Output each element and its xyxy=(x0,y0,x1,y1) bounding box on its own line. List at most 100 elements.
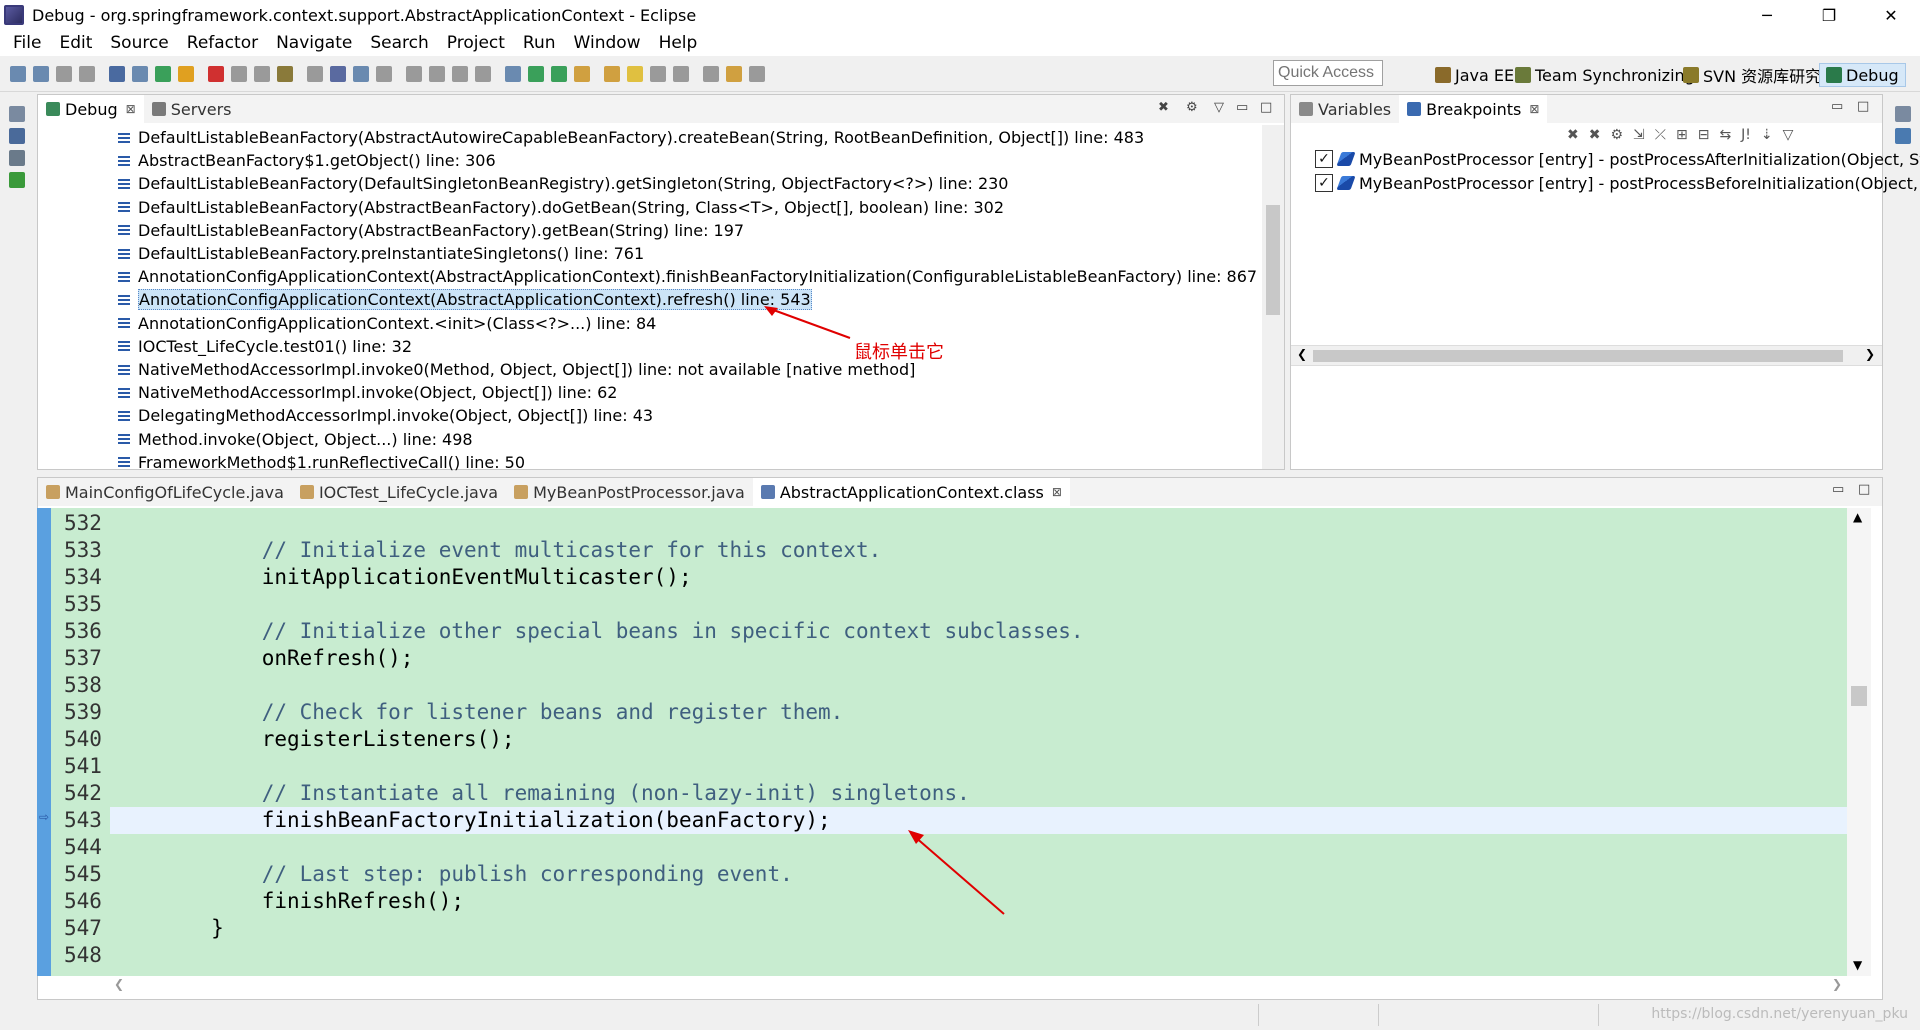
remove-terminated-icon[interactable]: ✖ xyxy=(1158,100,1169,115)
toolbar-action-28-icon[interactable] xyxy=(673,66,689,82)
view-menu-icon[interactable]: ⚙ xyxy=(1186,100,1198,115)
maximize-view-icon[interactable]: □ xyxy=(1857,99,1869,114)
stack-frame-item[interactable]: DefaultListableBeanFactory(AbstractBeanF… xyxy=(118,196,1004,219)
minimize-editor-icon[interactable]: ▭ xyxy=(1832,482,1844,497)
maximize-button[interactable]: ❐ xyxy=(1806,0,1852,30)
maximize-editor-icon[interactable]: □ xyxy=(1858,482,1870,497)
stack-frame-item[interactable]: IOCTest_LifeCycle.test01() line: 32 xyxy=(118,335,412,358)
stack-frame-item[interactable]: FrameworkMethod$1.runReflectiveCall() li… xyxy=(118,451,525,474)
toolbar-action-16-icon[interactable] xyxy=(376,66,392,82)
breakpoint-checkbox[interactable]: ✓ xyxy=(1315,174,1333,192)
toolbar-action-10-icon[interactable] xyxy=(231,66,247,82)
toolbar-action-22-icon[interactable] xyxy=(528,66,544,82)
link-with-debug-icon[interactable]: ⇆ xyxy=(1719,127,1731,147)
outline-view-icon[interactable] xyxy=(1895,128,1911,144)
tab-breakpoints[interactable]: Breakpoints ⊠ xyxy=(1399,95,1548,123)
minimize-view-icon[interactable]: ▭ xyxy=(1831,99,1843,114)
toolbar-action-13-icon[interactable] xyxy=(307,66,323,82)
toolbar-action-19-icon[interactable] xyxy=(452,66,468,82)
perspective-java-ee[interactable]: Java EE xyxy=(1435,63,1514,87)
breakpoint-detail-pane[interactable] xyxy=(1291,365,1882,469)
toolbar-action-30-icon[interactable] xyxy=(726,66,742,82)
breakpoint-item[interactable]: ✓ MyBeanPostProcessor [entry] - postProce… xyxy=(1315,171,1920,195)
toolbar-action-25-icon[interactable] xyxy=(604,66,620,82)
breakpoints-hscroll-thumb[interactable] xyxy=(1313,350,1843,362)
breakpoint-item[interactable]: ✓ MyBeanPostProcessor [entry] - postProce… xyxy=(1315,147,1920,171)
perspective-debug[interactable]: Debug xyxy=(1819,63,1906,87)
stack-frame-item[interactable]: DelegatingMethodAccessorImpl.invoke(Obje… xyxy=(118,404,653,427)
stack-frame-item[interactable]: DefaultListableBeanFactory(DefaultSingle… xyxy=(118,172,1008,195)
toolbar-action-23-icon[interactable] xyxy=(551,66,567,82)
toolbar-action-3-icon[interactable] xyxy=(56,66,72,82)
toolbar-action-4-icon[interactable] xyxy=(79,66,95,82)
close-tab-icon[interactable]: ⊠ xyxy=(126,102,136,116)
toolbar-action-20-icon[interactable] xyxy=(475,66,491,82)
tab-debug[interactable]: Debug ⊠ xyxy=(38,95,144,123)
toolbar-action-8-icon[interactable] xyxy=(178,66,194,82)
toolbar-action-18-icon[interactable] xyxy=(429,66,445,82)
toolbar-action-24-icon[interactable] xyxy=(574,66,590,82)
skip-breakpoints-icon[interactable]: ⤫ xyxy=(1655,127,1666,147)
menu-run[interactable]: Run xyxy=(514,33,565,53)
close-tab-icon[interactable]: ⊠ xyxy=(1529,102,1539,116)
expand-all-icon[interactable]: ⊞ xyxy=(1676,127,1688,147)
console-icon[interactable] xyxy=(9,128,25,144)
toolbar-action-15-icon[interactable] xyxy=(353,66,369,82)
maximize-view-icon[interactable]: □ xyxy=(1260,100,1272,115)
perspective-team-synchronizing[interactable]: Team Synchronizing xyxy=(1515,63,1695,87)
collapse-all-icon[interactable]: ⊟ xyxy=(1698,127,1710,147)
tab-variables[interactable]: Variables xyxy=(1291,95,1399,123)
menu-project[interactable]: Project xyxy=(438,33,514,53)
stack-frame-item[interactable]: DefaultListableBeanFactory.preInstantiat… xyxy=(118,242,644,265)
menu-navigate[interactable]: Navigate xyxy=(267,33,361,53)
stack-frame-item[interactable]: DefaultListableBeanFactory(AbstractBeanF… xyxy=(118,219,744,242)
toolbar-action-11-icon[interactable] xyxy=(254,66,270,82)
go-to-file-icon[interactable]: ⇲ xyxy=(1633,127,1645,147)
stack-frame-item[interactable]: Method.invoke(Object, Object...) line: 4… xyxy=(118,428,473,451)
toolbar-action-1-icon[interactable] xyxy=(10,66,26,82)
stack-frame-item[interactable]: NativeMethodAccessorImpl.invoke0(Method,… xyxy=(118,358,915,381)
stack-frame-item[interactable]: NativeMethodAccessorImpl.invoke(Object, … xyxy=(118,381,617,404)
view-dropdown-icon[interactable]: ▽ xyxy=(1214,100,1224,115)
tab-abstractapplicationcontext-class[interactable]: AbstractApplicationContext.class ⊠ xyxy=(752,478,1070,506)
scroll-up-icon[interactable]: ▲ xyxy=(1853,510,1862,524)
restore-icon[interactable] xyxy=(9,106,25,122)
toolbar-action-5-icon[interactable] xyxy=(109,66,125,82)
scroll-down-icon[interactable]: ▼ xyxy=(1853,958,1862,972)
editor-vscrollbar[interactable]: ▲ ▼ xyxy=(1847,508,1871,976)
toolbar-action-7-icon[interactable] xyxy=(155,66,171,82)
editor-hscrollbar[interactable]: ❮ ❯ xyxy=(110,976,1847,996)
tasks-icon[interactable] xyxy=(9,150,25,166)
remove-breakpoint-icon[interactable]: ✖ xyxy=(1567,127,1579,147)
menu-search[interactable]: Search xyxy=(361,33,437,53)
stack-frame-item[interactable]: AnnotationConfigApplicationContext.<init… xyxy=(118,312,656,335)
toolbar-action-26-icon[interactable] xyxy=(627,66,643,82)
tab-mybeanpostprocessor-java[interactable]: MyBeanPostProcessor.java xyxy=(506,478,753,506)
toolbar-action-21-icon[interactable] xyxy=(505,66,521,82)
toolbar-action-17-icon[interactable] xyxy=(406,66,422,82)
toolbar-action-29-icon[interactable] xyxy=(703,66,719,82)
show-breakpoints-icon[interactable]: ⚙ xyxy=(1610,127,1623,147)
import-breakpoints-icon[interactable]: ⇣ xyxy=(1761,127,1773,147)
quick-access-input[interactable] xyxy=(1273,60,1383,86)
toolbar-action-2-icon[interactable] xyxy=(33,66,49,82)
scroll-right-icon[interactable]: ❯ xyxy=(1865,347,1875,361)
editor-scroll-thumb[interactable] xyxy=(1851,686,1867,706)
menu-edit[interactable]: Edit xyxy=(50,33,101,53)
toolbar-action-14-icon[interactable] xyxy=(330,66,346,82)
tab-mainconfigoflifecycle-java[interactable]: MainConfigOfLifeCycle.java xyxy=(38,478,292,506)
stack-frame-item[interactable]: AbstractBeanFactory$1.getObject() line: … xyxy=(118,149,496,172)
scroll-left-icon[interactable]: ❮ xyxy=(1297,347,1307,361)
toolbar-action-27-icon[interactable] xyxy=(650,66,666,82)
breakpoints-hscrollbar[interactable]: ❮ ❯ xyxy=(1291,345,1882,365)
stack-frame-item[interactable]: DefaultListableBeanFactory(AbstractAutow… xyxy=(118,126,1144,149)
close-button[interactable]: ✕ xyxy=(1868,0,1914,30)
scroll-right-icon[interactable]: ❯ xyxy=(1832,977,1842,991)
debug-scrollbar[interactable] xyxy=(1262,125,1284,469)
breakpoint-checkbox[interactable]: ✓ xyxy=(1315,150,1333,168)
menu-refactor[interactable]: Refactor xyxy=(178,33,267,53)
stack-frame-item[interactable]: AnnotationConfigApplicationContext(Abstr… xyxy=(118,288,812,311)
perspective-svn[interactable]: SVN 资源库研究 xyxy=(1683,63,1821,87)
tab-ioctest-lifecycle-java[interactable]: IOCTest_LifeCycle.java xyxy=(292,478,506,506)
debug-scroll-thumb[interactable] xyxy=(1266,205,1280,315)
